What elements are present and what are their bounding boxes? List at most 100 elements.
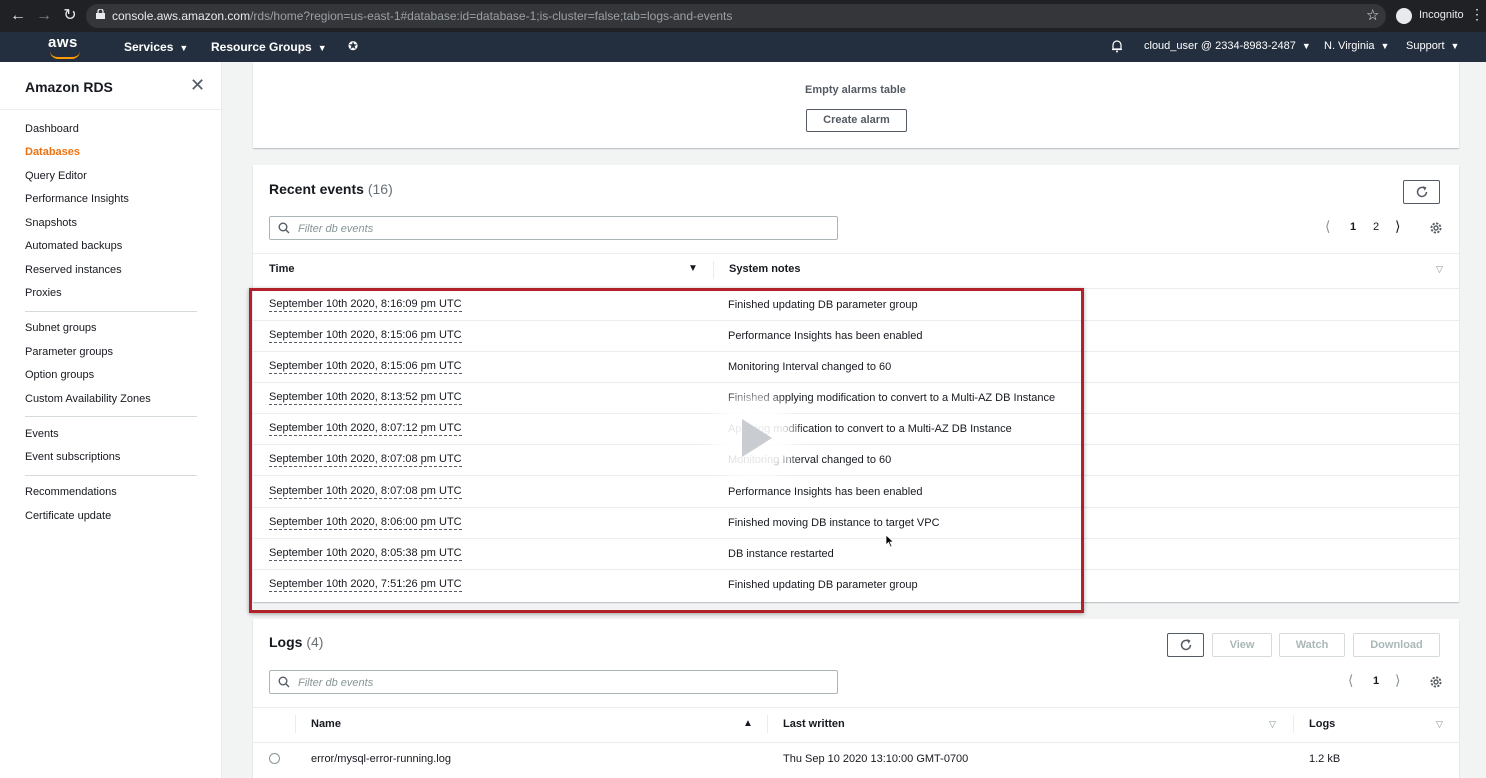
refresh-icon	[1180, 639, 1191, 651]
pin-icon[interactable]: ✪	[348, 39, 358, 53]
sort-icon[interactable]: ▽	[1269, 719, 1276, 730]
search-icon	[278, 676, 290, 688]
sidebar-item-performance-insights[interactable]: Performance Insights	[25, 193, 129, 205]
prev-page-icon[interactable]: ⟨	[1348, 672, 1353, 689]
recent-events-title: Recent events (16)	[269, 181, 393, 197]
chevron-down-icon: ▼	[1301, 41, 1311, 51]
bell-icon[interactable]	[1110, 39, 1124, 53]
sidebar-item-custom-availability-zones[interactable]: Custom Availability Zones	[25, 393, 151, 405]
log-size: 1.2 kB	[1309, 753, 1341, 765]
sidebar: Amazon RDS ✕ Dashboard Databases Query E…	[0, 62, 222, 778]
logs-filter-input[interactable]: Filter db events	[269, 670, 838, 694]
aws-logo[interactable]: aws	[48, 34, 84, 59]
chevron-down-icon: ▼	[179, 43, 189, 53]
sidebar-item-subnet-groups[interactable]: Subnet groups	[25, 322, 97, 334]
sort-icon[interactable]: ▽	[1436, 264, 1443, 275]
divider	[25, 416, 197, 417]
divider	[713, 261, 714, 279]
divider	[1293, 715, 1294, 733]
sidebar-item-event-subscriptions[interactable]: Event subscriptions	[25, 451, 120, 463]
mouse-cursor-icon	[885, 534, 895, 548]
sidebar-item-parameter-groups[interactable]: Parameter groups	[25, 346, 113, 358]
incognito-icon	[1396, 8, 1412, 24]
region-menu[interactable]: N. Virginia ▼	[1324, 40, 1389, 52]
sidebar-item-databases[interactable]: Databases	[25, 146, 80, 158]
alarms-panel: Empty alarms table Create alarm	[253, 62, 1459, 148]
col-header-system-notes[interactable]: System notes	[729, 263, 801, 275]
url-text: console.aws.amazon.com/rds/home?region=u…	[112, 9, 733, 23]
settings-gear-icon[interactable]	[1429, 221, 1443, 235]
divider	[253, 707, 1459, 708]
prev-page-icon[interactable]: ⟨	[1325, 218, 1330, 235]
log-last-written: Thu Sep 10 2020 13:10:00 GMT-0700	[783, 753, 969, 765]
divider	[0, 109, 221, 110]
refresh-logs-button[interactable]	[1167, 633, 1204, 657]
resource-groups-menu[interactable]: Resource Groups ▼	[211, 40, 327, 54]
settings-gear-icon[interactable]	[1429, 675, 1443, 689]
divider	[295, 715, 296, 733]
download-log-button[interactable]: Download	[1353, 633, 1440, 657]
col-header-time[interactable]: Time	[269, 263, 294, 275]
refresh-icon	[1416, 186, 1427, 198]
page-1-link[interactable]: 1	[1373, 675, 1379, 687]
close-icon[interactable]: ✕	[190, 75, 205, 96]
divider	[767, 715, 768, 733]
sidebar-item-option-groups[interactable]: Option groups	[25, 369, 94, 381]
sidebar-item-recommendations[interactable]: Recommendations	[25, 486, 117, 498]
browser-menu-icon[interactable]: ⋮	[1470, 6, 1484, 23]
address-bar[interactable]: console.aws.amazon.com/rds/home?region=u…	[86, 4, 1386, 28]
divider	[25, 475, 197, 476]
sort-desc-icon[interactable]: ▼	[688, 263, 698, 274]
sort-asc-icon[interactable]: ▲	[743, 718, 753, 729]
sort-icon[interactable]: ▽	[1436, 719, 1443, 730]
highlight-box	[249, 288, 1084, 613]
chevron-down-icon: ▼	[317, 43, 327, 53]
divider	[253, 253, 1459, 254]
sidebar-item-events[interactable]: Events	[25, 428, 59, 440]
divider	[25, 311, 197, 312]
next-page-icon[interactable]: ⟩	[1395, 218, 1400, 235]
create-alarm-button[interactable]: Create alarm	[806, 109, 907, 132]
col-header-logs[interactable]: Logs	[1309, 718, 1335, 730]
sidebar-item-reserved-instances[interactable]: Reserved instances	[25, 264, 122, 276]
col-header-name[interactable]: Name	[311, 718, 341, 730]
sidebar-item-snapshots[interactable]: Snapshots	[25, 217, 77, 229]
divider	[253, 742, 1459, 743]
empty-alarms-text: Empty alarms table	[805, 84, 906, 96]
play-icon	[742, 419, 772, 457]
reload-icon[interactable]: ↻	[60, 6, 80, 26]
page-1-link[interactable]: 1	[1350, 221, 1356, 233]
events-filter-placeholder: Filter db events	[298, 223, 374, 235]
chevron-down-icon: ▼	[1380, 41, 1390, 51]
page-2-link[interactable]: 2	[1373, 221, 1379, 233]
row-radio-button[interactable]	[269, 753, 280, 764]
support-menu[interactable]: Support ▼	[1406, 40, 1459, 52]
logs-title: Logs (4)	[269, 634, 324, 650]
logs-panel: Logs (4) View Watch Download Filter db e…	[253, 619, 1459, 778]
log-name: error/mysql-error-running.log	[311, 753, 451, 765]
lock-icon	[96, 9, 105, 19]
browser-toolbar: ← → ↻ console.aws.amazon.com/rds/home?re…	[0, 0, 1486, 32]
back-arrow-icon[interactable]: ←	[8, 6, 28, 26]
sidebar-item-dashboard[interactable]: Dashboard	[25, 123, 79, 135]
col-header-last-written[interactable]: Last written	[783, 718, 845, 730]
sidebar-item-proxies[interactable]: Proxies	[25, 287, 62, 299]
watch-log-button[interactable]: Watch	[1279, 633, 1345, 657]
sidebar-item-query-editor[interactable]: Query Editor	[25, 170, 87, 182]
services-menu[interactable]: Services ▼	[124, 40, 188, 54]
next-page-icon[interactable]: ⟩	[1395, 672, 1400, 689]
logs-filter-placeholder: Filter db events	[298, 677, 374, 689]
sidebar-item-automated-backups[interactable]: Automated backups	[25, 240, 122, 252]
sidebar-item-certificate-update[interactable]: Certificate update	[25, 510, 111, 522]
chevron-down-icon: ▼	[1450, 41, 1460, 51]
aws-top-nav: aws Services ▼ Resource Groups ▼ ✪ cloud_u…	[0, 32, 1486, 62]
view-log-button[interactable]: View	[1212, 633, 1272, 657]
bookmark-star-icon[interactable]: ☆	[1366, 6, 1379, 24]
forward-arrow-icon[interactable]: →	[34, 6, 54, 26]
events-filter-input[interactable]: Filter db events	[269, 216, 838, 240]
search-icon	[278, 222, 290, 234]
refresh-events-button[interactable]	[1403, 180, 1440, 204]
account-menu[interactable]: cloud_user @ 2334-8983-2487 ▼	[1144, 40, 1311, 52]
sidebar-title: Amazon RDS	[25, 79, 113, 95]
incognito-label: Incognito	[1419, 9, 1464, 21]
